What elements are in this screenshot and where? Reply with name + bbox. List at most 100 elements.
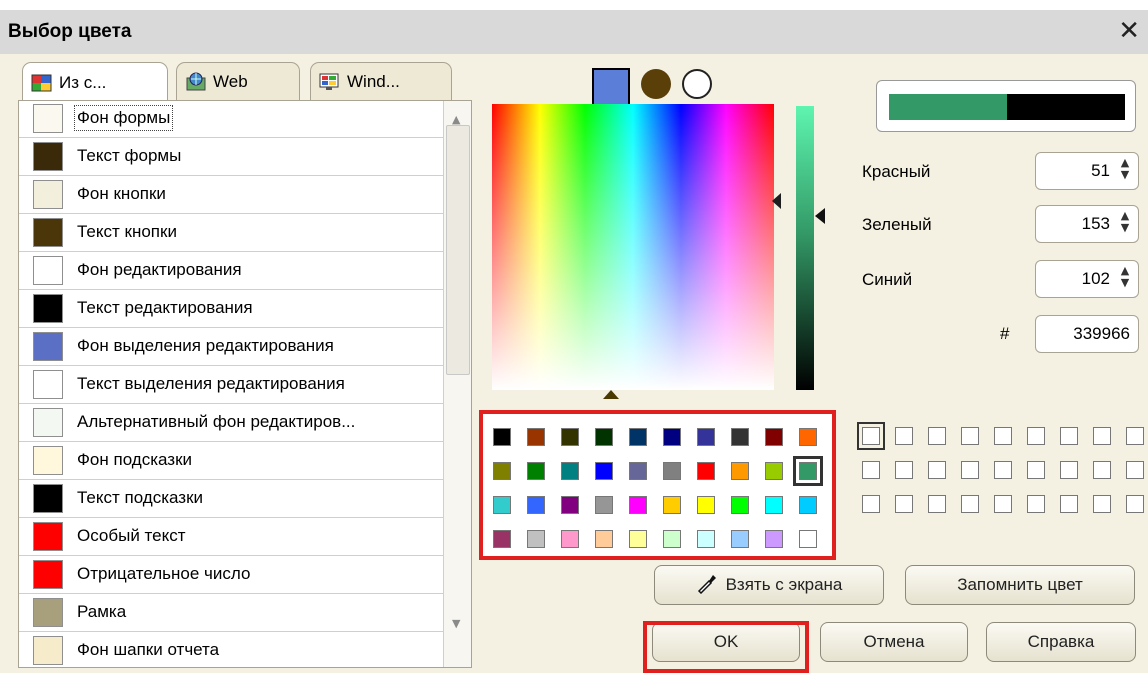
- spectrum-hue-marker[interactable]: [603, 390, 619, 399]
- custom-color-slot[interactable]: [1093, 427, 1111, 445]
- luminance-marker[interactable]: [815, 208, 825, 224]
- palette-color[interactable]: [561, 496, 579, 514]
- list-item[interactable]: Фон выделения редактирования: [19, 329, 443, 366]
- custom-color-slot[interactable]: [895, 427, 913, 445]
- remember-color-button[interactable]: Запомнить цвет: [905, 565, 1135, 605]
- custom-color-slot[interactable]: [1126, 461, 1144, 479]
- cancel-button[interactable]: Отмена: [820, 622, 968, 662]
- spectrum-saturation-marker[interactable]: [772, 193, 781, 209]
- palette-color[interactable]: [663, 530, 681, 548]
- palette-color[interactable]: [765, 428, 783, 446]
- list-item[interactable]: Фон кнопки: [19, 177, 443, 214]
- tab-from-style[interactable]: Из с...: [22, 62, 168, 102]
- list-item[interactable]: Отрицательное число: [19, 557, 443, 594]
- palette-color[interactable]: [561, 530, 579, 548]
- custom-color-slot[interactable]: [1027, 461, 1045, 479]
- custom-color-slot[interactable]: [994, 495, 1012, 513]
- palette-color[interactable]: [595, 462, 613, 480]
- custom-color-slot[interactable]: [1126, 427, 1144, 445]
- custom-color-slot[interactable]: [994, 461, 1012, 479]
- palette-color[interactable]: [595, 530, 613, 548]
- palette-color[interactable]: [799, 496, 817, 514]
- custom-color-slot[interactable]: [862, 461, 880, 479]
- custom-color-slot[interactable]: [1027, 495, 1045, 513]
- custom-color-slot[interactable]: [857, 422, 885, 450]
- palette-color[interactable]: [493, 428, 511, 446]
- custom-color-slot[interactable]: [961, 495, 979, 513]
- spinner-arrows-icon[interactable]: ▲ ▼: [1116, 157, 1134, 185]
- custom-color-slot[interactable]: [961, 461, 979, 479]
- palette-color[interactable]: [697, 428, 715, 446]
- blue-spinner[interactable]: 102 ▲ ▼: [1035, 260, 1139, 298]
- custom-color-slot[interactable]: [961, 427, 979, 445]
- mode-circle-filled-button[interactable]: [641, 69, 671, 99]
- custom-color-slot[interactable]: [1093, 495, 1111, 513]
- spinner-arrows-icon[interactable]: ▲ ▼: [1116, 265, 1134, 293]
- palette-color[interactable]: [697, 530, 715, 548]
- spinner-arrows-icon[interactable]: ▲ ▼: [1116, 210, 1134, 238]
- custom-color-slot[interactable]: [928, 427, 946, 445]
- list-item[interactable]: Фон шапки отчета: [19, 633, 443, 667]
- mode-circle-empty-button[interactable]: [682, 69, 712, 99]
- palette-color[interactable]: [493, 462, 511, 480]
- palette-color[interactable]: [527, 496, 545, 514]
- color-spectrum[interactable]: [492, 104, 774, 390]
- close-icon[interactable]: ✕: [1118, 16, 1140, 46]
- list-item[interactable]: Текст подсказки: [19, 481, 443, 518]
- list-item[interactable]: Альтернативный фон редактиров...: [19, 405, 443, 442]
- list-item[interactable]: Особый текст: [19, 519, 443, 556]
- palette-color[interactable]: [793, 456, 823, 486]
- list-item[interactable]: Текст выделения редактирования: [19, 367, 443, 404]
- custom-color-slot[interactable]: [1060, 495, 1078, 513]
- list-scrollbar[interactable]: ▲ ▼: [443, 101, 471, 667]
- list-item[interactable]: Рамка: [19, 595, 443, 632]
- hex-input[interactable]: 339966: [1035, 315, 1139, 353]
- palette-color[interactable]: [731, 496, 749, 514]
- custom-color-slot[interactable]: [1126, 495, 1144, 513]
- palette-color[interactable]: [765, 496, 783, 514]
- palette-color[interactable]: [629, 530, 647, 548]
- palette-color[interactable]: [731, 530, 749, 548]
- palette-color[interactable]: [629, 428, 647, 446]
- palette-color[interactable]: [765, 530, 783, 548]
- red-value[interactable]: 51: [1091, 161, 1110, 181]
- custom-color-slot[interactable]: [994, 427, 1012, 445]
- mode-square-button[interactable]: [592, 68, 630, 106]
- palette-color[interactable]: [527, 462, 545, 480]
- custom-color-slot[interactable]: [895, 495, 913, 513]
- palette-color[interactable]: [697, 462, 715, 480]
- tab-windows[interactable]: Wind...: [310, 62, 452, 100]
- custom-color-slot[interactable]: [928, 495, 946, 513]
- red-spinner[interactable]: 51 ▲ ▼: [1035, 152, 1139, 190]
- palette-color[interactable]: [663, 428, 681, 446]
- palette-color[interactable]: [697, 496, 715, 514]
- palette-color[interactable]: [799, 428, 817, 446]
- hex-value[interactable]: 339966: [1073, 324, 1130, 344]
- scroll-down-icon[interactable]: ▼: [452, 617, 460, 630]
- palette-color[interactable]: [629, 462, 647, 480]
- palette-color[interactable]: [731, 428, 749, 446]
- palette-color[interactable]: [595, 496, 613, 514]
- list-item[interactable]: Текст кнопки: [19, 215, 443, 252]
- custom-color-slot[interactable]: [928, 461, 946, 479]
- list-item[interactable]: Текст формы: [19, 139, 443, 176]
- palette-color[interactable]: [561, 428, 579, 446]
- custom-color-slot[interactable]: [1027, 427, 1045, 445]
- list-item[interactable]: Фон подсказки: [19, 443, 443, 480]
- tab-web[interactable]: Web: [176, 62, 300, 100]
- list-item[interactable]: Фон формы: [19, 101, 443, 138]
- palette-color[interactable]: [493, 496, 511, 514]
- custom-color-slot[interactable]: [895, 461, 913, 479]
- green-spinner[interactable]: 153 ▲ ▼: [1035, 205, 1139, 243]
- list-item[interactable]: Текст редактирования: [19, 291, 443, 328]
- palette-color[interactable]: [527, 428, 545, 446]
- scroll-thumb[interactable]: [446, 125, 470, 375]
- palette-color[interactable]: [493, 530, 511, 548]
- list-item[interactable]: Фон редактирования: [19, 253, 443, 290]
- palette-color[interactable]: [731, 462, 749, 480]
- custom-color-slot[interactable]: [1060, 461, 1078, 479]
- palette-color[interactable]: [799, 530, 817, 548]
- custom-color-slot[interactable]: [862, 495, 880, 513]
- palette-color[interactable]: [527, 530, 545, 548]
- pick-from-screen-button[interactable]: Взять с экрана: [654, 565, 884, 605]
